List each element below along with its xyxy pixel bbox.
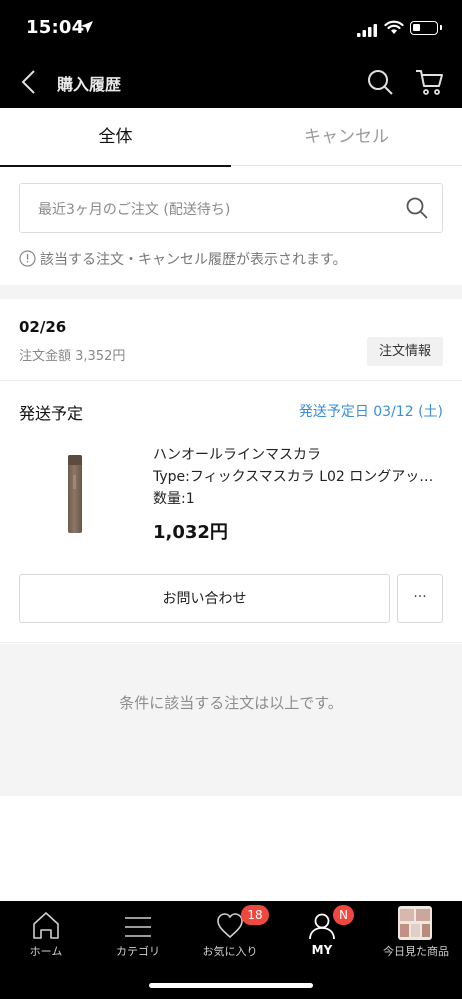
- order-header: 02/26 注文金額 3,352円 注文情報: [0, 299, 462, 381]
- notice-text: 該当する注文・キャンセル履歴が表示されます。: [19, 249, 347, 271]
- wifi-icon: [384, 20, 404, 39]
- tabbar-label-favorites: お気に入り: [202, 945, 258, 958]
- page-title: 購入履歴: [57, 75, 122, 94]
- shipment-status: 発送予定: [19, 404, 84, 423]
- order-date: 02/26: [19, 318, 67, 336]
- favorites-count-badge: 18: [241, 905, 269, 925]
- tabbar-item-my[interactable]: MY: [276, 901, 368, 971]
- status-bar: 15:04: [0, 0, 462, 56]
- order-info-button[interactable]: 注文情報: [367, 337, 443, 366]
- tabbar-label-recently-viewed: 今日見た商品: [383, 945, 449, 958]
- search-icon[interactable]: [366, 68, 394, 100]
- nav-bar: 購入履歴: [0, 56, 462, 108]
- recently-viewed-thumbnail[interactable]: [398, 906, 432, 940]
- end-message: 条件に該当する注文は以上です。: [119, 694, 343, 712]
- battery-icon: [410, 21, 442, 35]
- product-quantity: 数量:1: [153, 491, 195, 507]
- shipment-card: 発送予定 発送予定日 03/12 (土) ハンオールラインマスカラ Type:フ…: [0, 381, 462, 643]
- order-amount: 注文金額 3,352円: [19, 349, 126, 364]
- notice-message: 該当する注文・キャンセル履歴が表示されます。: [40, 252, 347, 268]
- home-icon: [0, 907, 92, 941]
- tabbar-label-my: MY: [311, 943, 333, 957]
- search-icon[interactable]: [405, 196, 429, 224]
- product-name[interactable]: ハンオールラインマスカラ: [153, 444, 321, 464]
- person-icon: [276, 907, 368, 941]
- end-of-list: 条件に該当する注文は以上です。: [0, 644, 462, 796]
- location-arrow-icon: [80, 19, 94, 38]
- status-time: 15:04: [26, 17, 85, 38]
- period-filter-placeholder: 最近3ヶ月のご注文 (配送待ち): [38, 202, 231, 218]
- menu-icon: [92, 907, 184, 941]
- product-price: 1,032円: [153, 522, 228, 543]
- back-arrow-icon[interactable]: [16, 68, 44, 96]
- tabbar-item-category[interactable]: カテゴリ: [92, 901, 184, 971]
- info-icon: [19, 250, 36, 271]
- tabbar-item-home[interactable]: ホーム: [0, 901, 92, 971]
- home-indicator: [149, 983, 313, 988]
- tab-bar: 全体 キャンセル: [0, 108, 462, 167]
- tab-cancel[interactable]: キャンセル: [231, 108, 462, 166]
- cellular-signal-icon: [357, 22, 377, 41]
- more-options-button[interactable]: ···: [397, 574, 443, 623]
- tabbar-label-home: ホーム: [29, 945, 63, 958]
- section-divider: [0, 285, 462, 299]
- scheduled-ship-date: 発送予定日 03/12 (土): [298, 404, 443, 420]
- tab-all[interactable]: 全体: [0, 108, 231, 167]
- product-image[interactable]: [68, 455, 82, 533]
- cart-icon[interactable]: [414, 67, 444, 101]
- filter-section: 最近3ヶ月のご注文 (配送待ち) 該当する注文・キャンセル履歴が表示されます。: [0, 167, 462, 285]
- contact-button[interactable]: お問い合わせ: [19, 574, 390, 623]
- period-filter-field[interactable]: 最近3ヶ月のご注文 (配送待ち): [19, 183, 443, 233]
- product-option: Type:フィックスマスカラ L02 ロングアップ ブラウン: [153, 469, 445, 485]
- my-new-badge: N: [333, 905, 354, 925]
- tabbar-label-category: カテゴリ: [116, 945, 160, 958]
